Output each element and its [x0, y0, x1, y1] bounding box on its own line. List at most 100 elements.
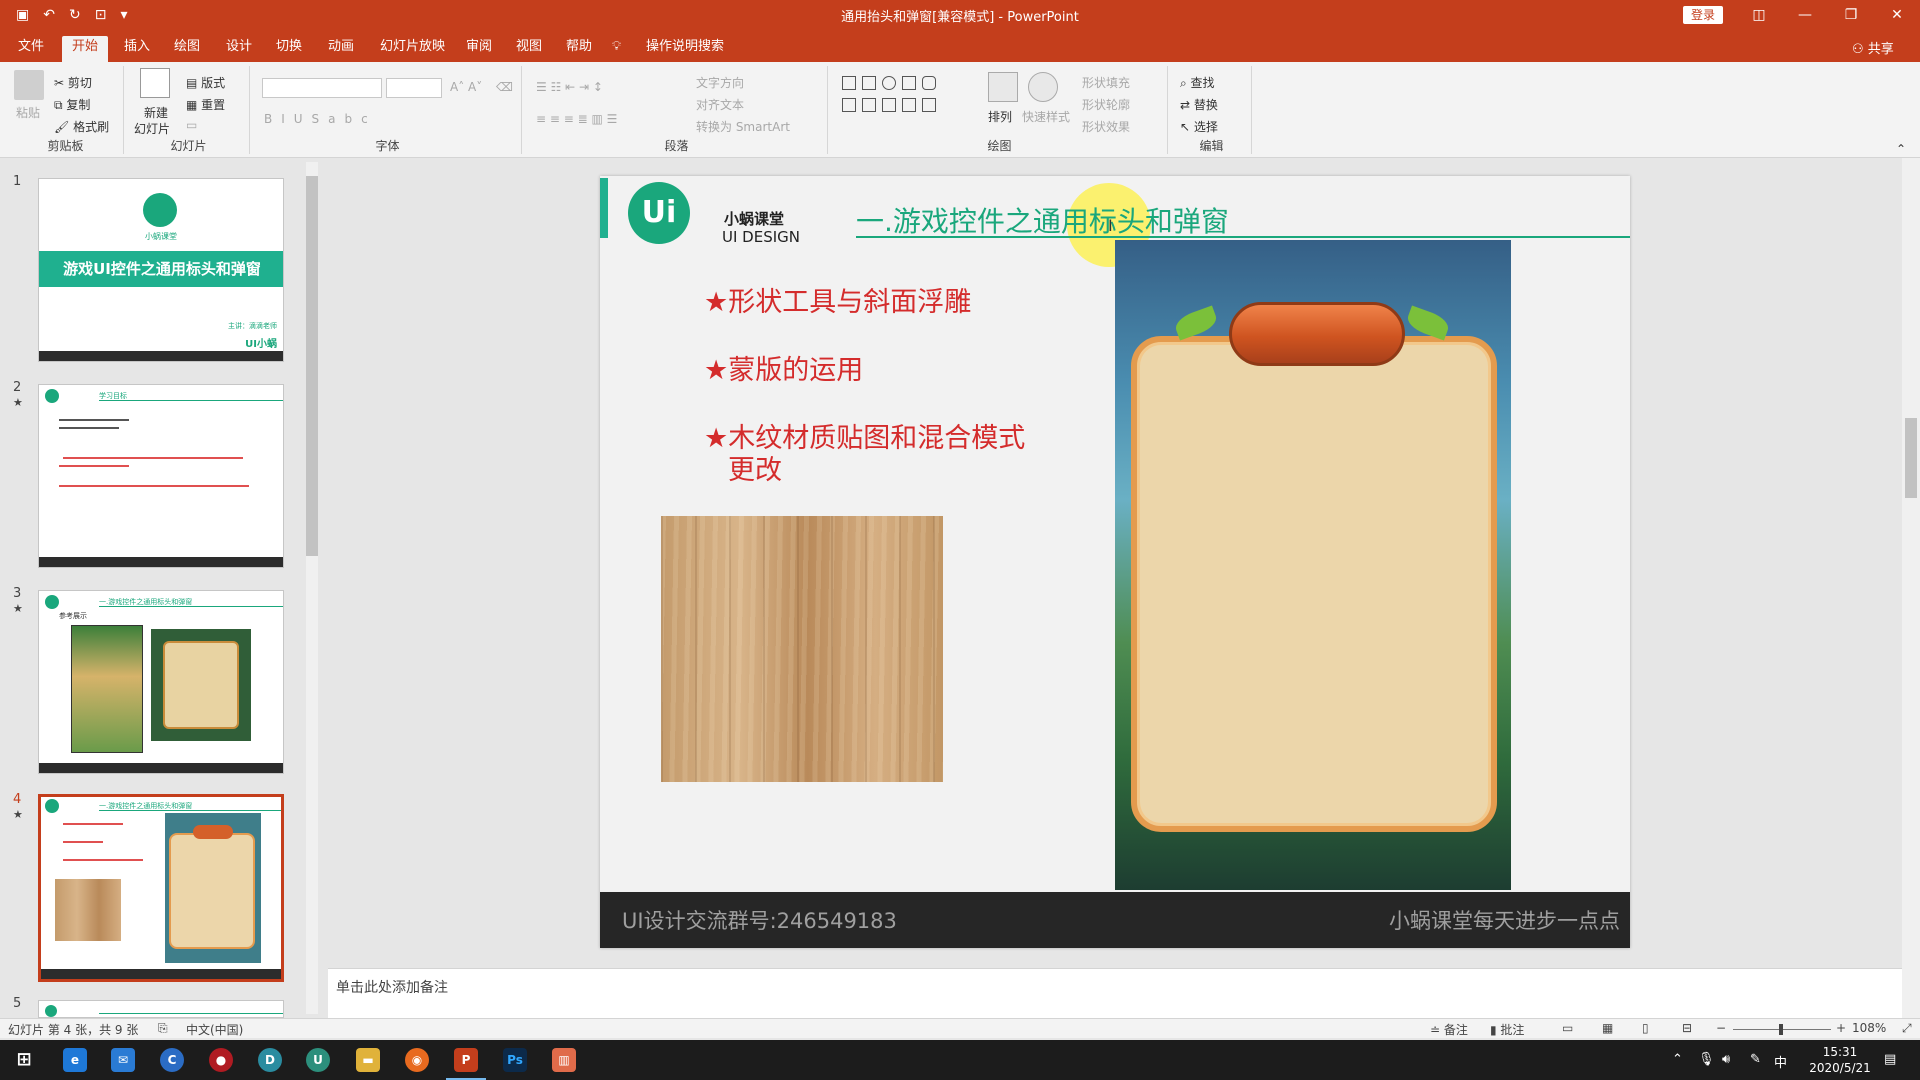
notes-toggle[interactable]: ≐ 备注	[1430, 1021, 1468, 1038]
slide-title[interactable]: 一.游戏控件之通用标头和弹窗	[856, 200, 1229, 240]
share-button[interactable]: ⚇ 共享	[1852, 38, 1894, 57]
tab-file[interactable]: 文件	[8, 36, 54, 62]
rectangle-shape-icon[interactable]	[842, 76, 856, 90]
zoom-in-icon[interactable]: +	[1836, 1021, 1846, 1035]
bullet-item-continuation[interactable]: 更改	[728, 448, 782, 487]
line-shape-icon[interactable]	[902, 76, 916, 90]
arrow-shape-icon[interactable]	[862, 98, 876, 112]
tell-me-search[interactable]: 操作说明搜索	[636, 36, 734, 62]
game-popup-image[interactable]	[1115, 240, 1511, 890]
slide-sorter-icon[interactable]: ▦	[1602, 1021, 1613, 1035]
bullet-item[interactable]: ★形状工具与斜面浮雕	[704, 280, 971, 319]
oval-shape-icon[interactable]	[882, 76, 896, 90]
triangle-shape-icon[interactable]	[842, 98, 856, 112]
font-size-grow-icon[interactable]: A˄ A˅	[450, 80, 482, 94]
comments-toggle[interactable]: ▮ 批注	[1490, 1021, 1524, 1038]
app-chart-icon[interactable]: ▥	[552, 1048, 576, 1072]
select-button[interactable]: ↖ 选择	[1180, 118, 1218, 135]
tab-draw[interactable]: 绘图	[164, 36, 210, 62]
fit-slide-icon[interactable]: ⤢	[1902, 1021, 1912, 1036]
paste-button[interactable]: 粘贴	[16, 104, 40, 121]
slide-thumbnail-4[interactable]: 一.游戏控件之通用标头和弹窗	[38, 794, 284, 982]
notes-pane[interactable]: 单击此处添加备注	[328, 968, 1902, 1018]
layout-button[interactable]: ▤ 版式	[186, 74, 225, 91]
tab-slideshow[interactable]: 幻灯片放映	[370, 36, 455, 62]
ribbon-display-icon[interactable]: ◫	[1736, 0, 1782, 30]
more-shapes-icon[interactable]	[922, 98, 936, 112]
file-explorer-icon[interactable]: ▬	[356, 1048, 380, 1072]
app-c-icon[interactable]: C	[160, 1048, 184, 1072]
new-slide-dropdown[interactable]: 幻灯片	[134, 120, 170, 137]
zoom-out-icon[interactable]: −	[1716, 1021, 1726, 1035]
mail-icon[interactable]: ✉	[111, 1048, 135, 1072]
font-size-field[interactable]	[386, 78, 442, 98]
tab-help[interactable]: 帮助	[556, 36, 602, 62]
text-direction-button[interactable]: 文字方向	[696, 74, 744, 91]
pen-icon[interactable]: ✎	[1750, 1052, 1761, 1067]
new-slide-icon[interactable]	[140, 68, 170, 98]
app-u-icon[interactable]: U	[306, 1048, 330, 1072]
slide-thumbnail-1[interactable]: 小蜗课堂 游戏UI控件之通用标头和弹窗 主讲：滴滴老师 UI小蜗	[38, 178, 284, 362]
minimize-icon[interactable]: —	[1782, 0, 1828, 30]
volume-icon[interactable]: 🔊︎	[1722, 1052, 1730, 1067]
quick-styles-button[interactable]: 快速样式	[1022, 108, 1070, 125]
tab-home[interactable]: 开始	[62, 36, 109, 62]
tray-expand-icon[interactable]: ⌃	[1672, 1052, 1683, 1067]
microphone-icon[interactable]: 🎙︎	[1698, 1052, 1715, 1067]
align-icons[interactable]: ≡ ≡ ≡ ≣ ▥ ☰	[536, 112, 617, 126]
slide-thumbnail-3[interactable]: 一.游戏控件之通用标头和弹窗 参考展示	[38, 590, 284, 774]
normal-view-icon[interactable]: ▭	[1562, 1021, 1573, 1035]
cut-button[interactable]: ✂ 剪切	[54, 74, 92, 91]
zoom-slider-knob[interactable]	[1779, 1024, 1783, 1035]
replace-button[interactable]: ⇄ 替换	[1180, 96, 1218, 113]
tab-design[interactable]: 设计	[216, 36, 262, 62]
edge-icon[interactable]: e	[63, 1048, 87, 1072]
zoom-level[interactable]: 108%	[1852, 1021, 1886, 1035]
collapse-ribbon-icon[interactable]: ⌃	[1896, 142, 1906, 156]
paste-icon[interactable]	[14, 70, 44, 100]
reading-view-icon[interactable]: ▯	[1642, 1021, 1649, 1035]
wood-texture-image[interactable]	[661, 516, 943, 782]
firefox-icon[interactable]: ◉	[405, 1048, 429, 1072]
slide-thumbnail-2[interactable]: 学习目标	[38, 384, 284, 568]
align-text-button[interactable]: 对齐文本	[696, 96, 744, 113]
slide-canvas[interactable]: Ui 小蜗课堂 UI DESIGN 一.游戏控件之通用标头和弹窗 Ⅰ ★形状工具…	[600, 176, 1630, 948]
editor-scrollbar-thumb[interactable]	[1905, 418, 1917, 498]
clear-format-icon[interactable]: ⌫	[496, 80, 513, 94]
section-button[interactable]: ▭	[186, 118, 197, 132]
arrange-icon[interactable]	[988, 72, 1018, 102]
bullets-icon[interactable]: ☰ ☷ ⇤ ⇥ ↕	[536, 80, 603, 94]
close-icon[interactable]: ✕	[1874, 0, 1920, 30]
tab-insert[interactable]: 插入	[114, 36, 160, 62]
tab-transitions[interactable]: 切换	[266, 36, 312, 62]
shape-fill-button[interactable]: 形状填充	[1082, 74, 1130, 91]
font-name-field[interactable]	[262, 78, 382, 98]
tab-animations[interactable]: 动画	[318, 36, 364, 62]
new-slide-button[interactable]: 新建	[144, 104, 168, 121]
smartart-button[interactable]: 转换为 SmartArt	[696, 118, 790, 135]
copy-button[interactable]: ⧉ 复制	[54, 96, 90, 113]
tab-view[interactable]: 视图	[506, 36, 552, 62]
notification-icon[interactable]: ▤	[1884, 1052, 1896, 1067]
star-shape-icon[interactable]	[902, 98, 916, 112]
restore-icon[interactable]: ❐	[1828, 0, 1874, 30]
windows-start-icon[interactable]: ⊞	[12, 1048, 36, 1072]
editor-scrollbar[interactable]	[1902, 158, 1920, 1018]
brace-shape-icon[interactable]	[882, 98, 896, 112]
language[interactable]: 中文(中国)	[186, 1021, 243, 1038]
slide-thumbnail-5[interactable]	[38, 1000, 284, 1018]
powerpoint-icon[interactable]: P	[454, 1048, 478, 1072]
format-painter-button[interactable]: 🖌︎ 格式刷	[54, 118, 109, 135]
reset-button[interactable]: ▦ 重置	[186, 96, 225, 113]
ime-indicator[interactable]: 中	[1774, 1052, 1787, 1071]
textbox-shape-icon[interactable]	[862, 76, 876, 90]
photoshop-icon[interactable]: Ps	[503, 1048, 527, 1072]
shape-outline-button[interactable]: 形状轮廓	[1082, 96, 1130, 113]
spellcheck-icon[interactable]: ⎘	[158, 1021, 168, 1036]
slideshow-view-icon[interactable]: ⊟	[1682, 1021, 1692, 1035]
tab-review[interactable]: 审阅	[456, 36, 502, 62]
font-style-buttons[interactable]: BIUSabc	[264, 112, 377, 126]
shape-effect-button[interactable]: 形状效果	[1082, 118, 1130, 135]
login-button[interactable]: 登录	[1683, 6, 1723, 24]
thumbnail-scrollbar-thumb[interactable]	[306, 176, 318, 556]
